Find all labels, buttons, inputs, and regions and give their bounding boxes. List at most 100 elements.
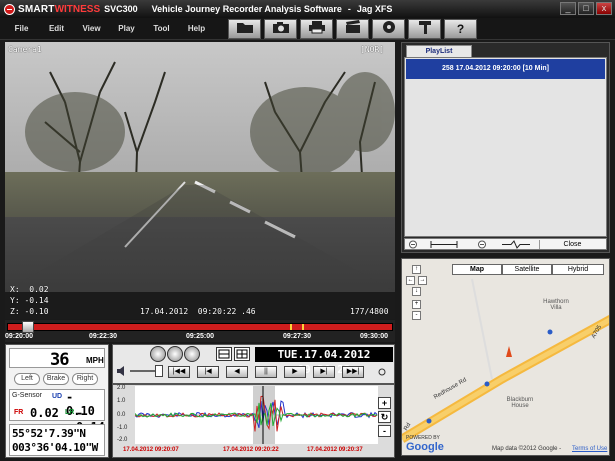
map-zoom-in-button[interactable]: + — [412, 300, 421, 309]
menu-view[interactable]: View — [74, 24, 109, 33]
brand-name-part2: WITNESS — [54, 3, 101, 15]
pan-left-button[interactable]: ← — [406, 276, 415, 285]
zoom-out-icon[interactable] — [477, 240, 487, 249]
close-playlist-button[interactable]: Close — [539, 240, 605, 249]
lr-label: LR — [65, 409, 75, 416]
close-button[interactable]: x — [596, 2, 612, 15]
settings-button[interactable] — [408, 19, 441, 39]
minimize-button[interactable]: _ — [560, 2, 576, 15]
playlist-item[interactable]: 258 17.04.2012 09:20:00 [10 Min] — [406, 59, 605, 79]
clapper-icon — [345, 20, 360, 33]
graph-x-label: 17.04.2012 09:20:07 — [123, 447, 179, 453]
clip-button[interactable] — [336, 19, 369, 39]
single-view-button[interactable] — [216, 347, 232, 361]
pan-down-button[interactable]: ↓ — [412, 287, 421, 296]
map-tab-hybrid[interactable]: Hybrid — [552, 264, 604, 275]
skip-end-button[interactable]: ▶▶| — [342, 366, 364, 378]
gps-latitude: 55°52'7.39"N — [12, 427, 86, 440]
graph-y-tick: -2.0 — [117, 437, 128, 443]
skip-start-button[interactable]: |◀◀ — [168, 366, 190, 378]
graph-x-label: 17.04.2012 09:20:37 — [307, 447, 363, 453]
waveform-icon[interactable] — [501, 240, 531, 249]
timeline-label: 09:30:00 — [360, 333, 389, 340]
map-zoom-out-button[interactable]: - — [412, 311, 421, 320]
record-icon[interactable] — [377, 367, 387, 377]
playback-controls: TUE.17.04.2012 09:20:22 |◀◀ |◀ ◀ || ▶ ▶|… — [112, 344, 395, 384]
gsensor-graph[interactable] — [134, 386, 378, 444]
disc-button[interactable] — [372, 19, 405, 39]
gsensor-graph-panel: 2.0 1.0 0.0 -1.0 -2.0 17.04.2012 09:20:0… — [112, 384, 395, 458]
menu-tool[interactable]: Tool — [144, 24, 179, 33]
gsensor-graph-plot — [134, 386, 378, 444]
window-title: Vehicle Journey Recorder Analysis Softwa… — [151, 4, 342, 14]
playlist-panel: PlayList 258 17.04.2012 09:20:00 [10 Min… — [401, 42, 610, 253]
menu-play[interactable]: Play — [109, 24, 144, 33]
prev-button[interactable]: |◀ — [197, 366, 219, 378]
menu-bar: File Edit View Play Tool Help ? — [0, 18, 615, 40]
next-button[interactable]: ▶| — [313, 366, 335, 378]
pan-right-button[interactable]: → — [418, 276, 427, 285]
tab-playlist[interactable]: PlayList — [406, 45, 472, 57]
menu-help[interactable]: Help — [179, 24, 214, 33]
help-icon: ? — [456, 22, 465, 36]
timeline-label: 09:25:00 — [186, 333, 215, 340]
road-markings — [5, 180, 395, 292]
range-icon[interactable] — [429, 240, 459, 249]
accel-y-readout: Y: -0.14 — [10, 296, 49, 305]
map-copyright: Map data ©2012 Google - — [492, 446, 562, 452]
menu-file[interactable]: File — [4, 24, 39, 33]
print-button[interactable] — [300, 19, 333, 39]
view-mode-button[interactable] — [167, 346, 183, 362]
map-tab-map[interactable]: Map — [452, 264, 502, 275]
playlist-footer: Close — [404, 238, 607, 250]
brand-logo-icon — [4, 3, 15, 15]
playback-datetime: TUE.17.04.2012 09:20:22 — [255, 347, 393, 376]
vehicle-name: Jag XFS — [356, 4, 393, 14]
view-mode-button[interactable] — [184, 346, 200, 362]
event-marker[interactable] — [290, 324, 292, 330]
map-tab-satellite[interactable]: Satellite — [502, 264, 552, 275]
maximize-button[interactable]: □ — [578, 2, 594, 15]
view-mode-button[interactable] — [150, 346, 166, 362]
map-panel[interactable]: Map Satellite Hybrid ↑ ← → ↓ + - Hawthor… — [401, 258, 610, 456]
event-marker[interactable] — [302, 324, 304, 330]
play-button[interactable]: ▶ — [284, 366, 306, 378]
title-bar: SMART WITNESS SVC300 Vehicle Journey Rec… — [0, 0, 615, 18]
record-mode-label: [NOR] — [360, 45, 385, 54]
help-button[interactable]: ? — [444, 19, 477, 39]
timeline-track[interactable] — [7, 323, 393, 331]
step-back-button[interactable]: ◀ — [226, 366, 248, 378]
volume-thumb[interactable] — [155, 365, 163, 377]
brand-name-part1: SMART — [18, 3, 55, 15]
reset-zoom-button[interactable]: ↻ — [378, 411, 391, 423]
open-folder-button[interactable] — [228, 19, 261, 39]
timeline-thumb[interactable] — [22, 321, 35, 333]
camera-icon — [272, 22, 289, 33]
model-name: SVC300 — [104, 4, 138, 14]
google-logo: Google — [406, 441, 444, 453]
fr-label: FR — [14, 409, 24, 416]
timeline-label: 09:20:00 — [5, 333, 34, 340]
toolbar: ? — [228, 18, 477, 40]
graph-y-tick: 2.0 — [117, 385, 126, 391]
snapshot-button[interactable] — [264, 19, 297, 39]
hammer-icon — [418, 21, 431, 34]
quad-grid-icon — [236, 349, 248, 359]
volume-icon[interactable] — [115, 364, 129, 378]
speed-unit: MPH — [86, 356, 104, 365]
video-viewer[interactable]: Camera1 [NOR] X: 0.02 Y: -0.14 Z: -0.10 … — [5, 42, 395, 319]
zoom-out-icon[interactable] — [408, 240, 418, 249]
menu-edit[interactable]: Edit — [39, 24, 74, 33]
gsensor-display: G-Sensor UD - 0.10 FR 0.02 LR - 0.14 — [9, 389, 105, 434]
quad-view-button[interactable] — [234, 347, 250, 361]
pause-button[interactable]: || — [255, 366, 277, 378]
zoom-in-button[interactable]: + — [378, 397, 391, 409]
gps-display: 55°52'7.39"N 003°36'04.10"W — [9, 424, 105, 456]
terms-link[interactable]: Terms of Use — [572, 446, 607, 452]
gsensor-title: G-Sensor — [12, 392, 42, 399]
pan-up-button[interactable]: ↑ — [412, 265, 421, 274]
timeline-label: 09:22:30 — [89, 333, 118, 340]
vehicle-marker-icon — [506, 346, 512, 357]
brake-indicator: Brake — [43, 373, 69, 385]
zoom-out-button[interactable]: - — [378, 425, 391, 437]
